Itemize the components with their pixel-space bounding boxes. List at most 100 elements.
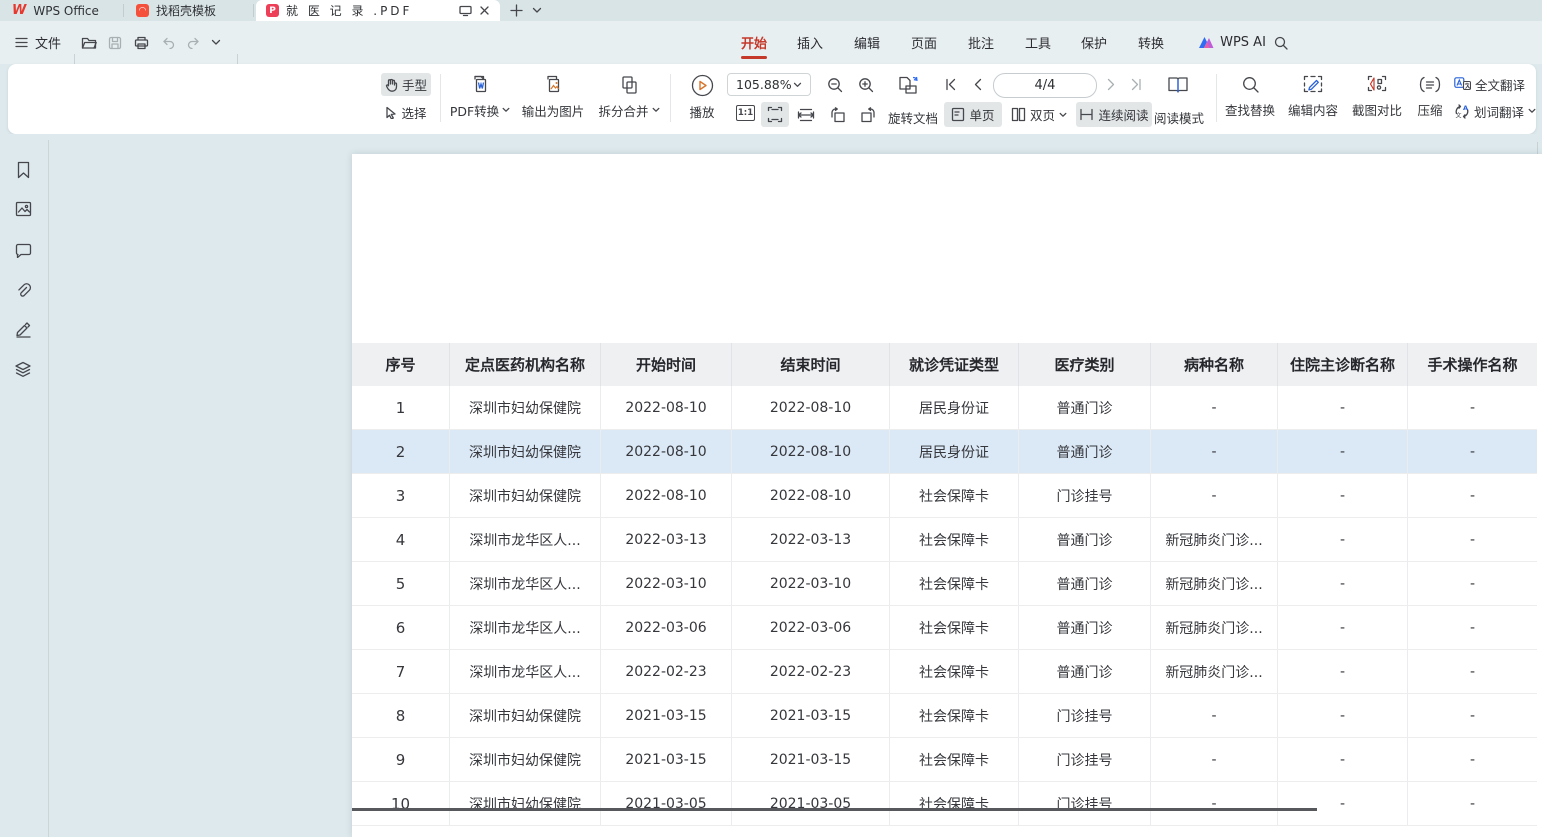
compress-icon [1419, 76, 1441, 93]
first-page-button[interactable] [938, 72, 962, 97]
undo-redo-chevron-icon[interactable] [206, 21, 226, 64]
table-row: 7深圳市龙华区人...2022-02-232022-02-23社会保障卡普通门诊… [352, 650, 1537, 694]
zoom-level-select[interactable]: 105.88% [727, 73, 811, 96]
tab-docer-templates[interactable]: ◠ 找稻壳模板 [126, 0, 254, 21]
layers-panel-button[interactable] [13, 359, 33, 379]
print-button[interactable] [128, 21, 154, 64]
zoom-in-icon [858, 77, 874, 93]
table-cell: 2022-08-10 [731, 430, 889, 473]
table-cell: - [1277, 650, 1407, 693]
table-cell: - [1277, 562, 1407, 605]
table-cell: - [1407, 694, 1537, 737]
zoom-out-button[interactable] [822, 72, 848, 97]
table-cell: 普通门诊 [1018, 430, 1150, 473]
last-page-icon [1130, 78, 1143, 91]
screenshot-compare-button[interactable]: 截图对比 [1346, 70, 1408, 124]
menu-search-button[interactable] [1268, 21, 1294, 64]
split-merge-button[interactable]: 拆分合并 [592, 70, 666, 124]
table-cell: - [1277, 606, 1407, 649]
find-replace-button[interactable]: 查找替换 [1220, 70, 1280, 124]
read-mode-label[interactable]: 阅读模式 [1154, 108, 1204, 127]
pdf-convert-button[interactable]: PDF转换 [448, 70, 512, 124]
edit-content-button[interactable]: 编辑内容 [1282, 70, 1344, 124]
menu-tab-convert[interactable]: 转换 [1125, 21, 1177, 64]
printer-icon [134, 36, 149, 50]
redo-icon [187, 37, 201, 49]
tab-wps-home[interactable]: W WPS Office [2, 0, 124, 21]
compress-button[interactable]: 压缩 [1408, 70, 1452, 124]
screen-share-icon[interactable] [459, 5, 472, 17]
edit-content-icon [1303, 75, 1323, 93]
fit-width-icon [797, 108, 815, 122]
page-adapt-button[interactable] [892, 70, 926, 99]
fit-page-button[interactable] [761, 102, 789, 127]
actual-size-button[interactable]: 1:1 [736, 105, 755, 121]
continuous-reading-button[interactable]: 连续阅读 [1076, 102, 1152, 127]
signature-panel-button[interactable] [13, 319, 33, 339]
menu-tab-home[interactable]: 开始 [728, 21, 780, 64]
header-cell: 定点医药机构名称 [449, 343, 600, 386]
new-tab-button[interactable] [505, 0, 527, 21]
save-button[interactable] [102, 21, 128, 64]
table-cell: - [1407, 562, 1537, 605]
thumbnails-panel-button[interactable] [13, 199, 33, 219]
double-page-button[interactable]: 双页 [1006, 102, 1072, 127]
open-file-button[interactable] [76, 21, 102, 64]
zoom-in-button[interactable] [853, 72, 879, 97]
table-cell: - [1407, 738, 1537, 781]
attachments-panel-button[interactable] [13, 280, 33, 300]
tab-document-pdf[interactable]: P 就 医 记 录 .PDF [256, 0, 500, 21]
table-cell: 深圳市龙华区人... [449, 518, 600, 561]
last-page-button[interactable] [1124, 72, 1148, 97]
play-slideshow-button[interactable]: 播放 [676, 70, 728, 124]
embedded-horizontal-scrollbar [352, 808, 1317, 811]
table-cell: - [1407, 606, 1537, 649]
word-translate-button[interactable]: A 文 划词翻译 [1454, 101, 1542, 121]
table-cell: 门诊挂号 [1018, 782, 1150, 825]
zoom-out-icon [827, 77, 843, 93]
bookmark-icon [16, 161, 31, 179]
full-translate-icon [1454, 77, 1471, 91]
undo-icon [161, 37, 175, 49]
bookmarks-panel-button[interactable] [13, 160, 33, 180]
select-tool-button[interactable]: 选择 [381, 101, 431, 124]
menu-tab-edit[interactable]: 编辑 [841, 21, 893, 64]
table-cell: 深圳市妇幼保健院 [449, 430, 600, 473]
undo-button[interactable] [155, 21, 181, 64]
next-page-button[interactable] [1099, 72, 1123, 97]
single-page-button[interactable]: 单页 [944, 102, 1002, 127]
close-tab-icon[interactable] [479, 5, 490, 16]
redo-button[interactable] [181, 21, 207, 64]
menu-tab-tools[interactable]: 工具 [1012, 21, 1064, 64]
menu-tab-insert[interactable]: 插入 [784, 21, 836, 64]
table-cell: 门诊挂号 [1018, 738, 1150, 781]
rotate-doc-label[interactable]: 旋转文档 [888, 108, 938, 127]
tab-list-chevron-icon[interactable] [528, 0, 546, 21]
menu-tab-comment[interactable]: 批注 [955, 21, 1007, 64]
table-cell: - [1150, 474, 1277, 517]
read-mode-button-icon[interactable] [1161, 70, 1195, 99]
menu-tab-protect[interactable]: 保护 [1068, 21, 1120, 64]
hand-tool-button[interactable]: 手型 [381, 73, 431, 96]
previous-page-button[interactable] [965, 72, 989, 97]
table-cell: 社会保障卡 [889, 782, 1018, 825]
chevron-down-icon [793, 82, 802, 88]
wps-ai-button[interactable]: WPS AI [1196, 21, 1268, 64]
toolbar: 手型 选择 PDF转换 输出为图片 [8, 64, 1536, 134]
tab-label: 就 医 记 录 .PDF [286, 2, 412, 19]
table-cell: 2 [352, 430, 449, 473]
file-menu-button[interactable]: 文件 [8, 21, 68, 64]
left-panel-bar [0, 134, 48, 837]
find-replace-label: 查找替换 [1225, 100, 1275, 119]
comments-panel-button[interactable] [13, 240, 33, 260]
menu-tab-page[interactable]: 页面 [898, 21, 950, 64]
fit-width-button[interactable] [792, 102, 820, 127]
rotate-right-button[interactable] [854, 102, 882, 127]
rotate-left-button[interactable] [823, 102, 851, 127]
table-cell: 社会保障卡 [889, 694, 1018, 737]
open-folder-icon [81, 36, 98, 50]
page-number-input[interactable]: 4/4 [993, 73, 1097, 98]
export-image-button[interactable]: 输出为图片 [516, 70, 590, 124]
full-translate-button[interactable]: 全文翻译 [1454, 74, 1542, 94]
tab-label: WPS Office [33, 4, 99, 18]
